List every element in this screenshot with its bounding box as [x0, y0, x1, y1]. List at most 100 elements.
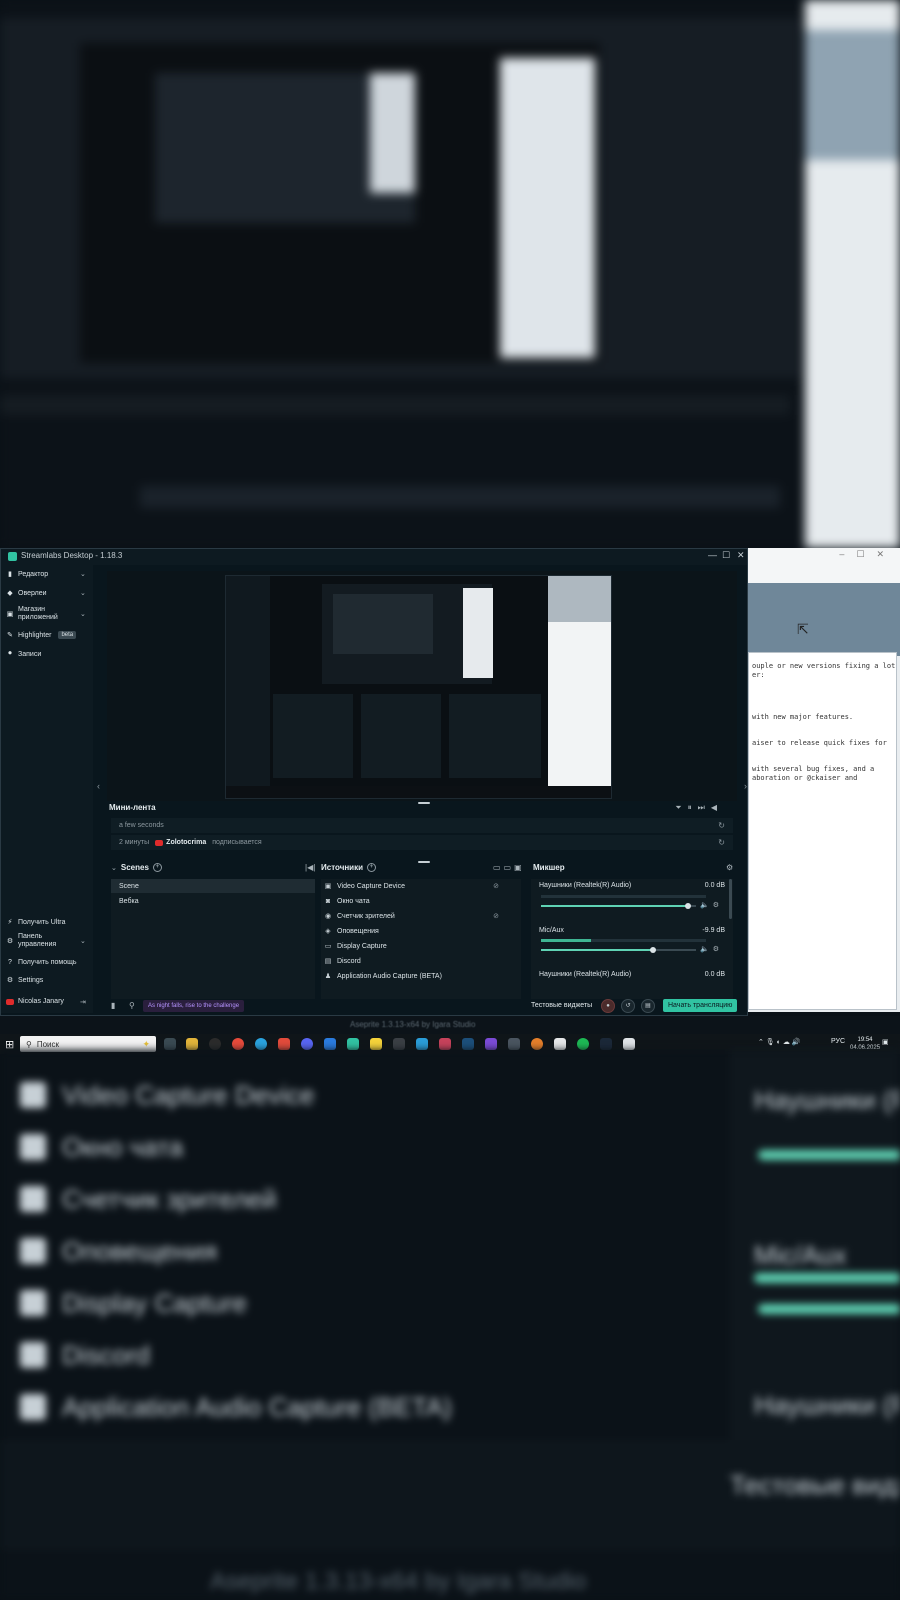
test-widgets-label[interactable]: Тестовые виджеты: [531, 1002, 592, 1009]
app-icon[interactable]: [439, 1038, 451, 1050]
mini-feed-title: Мини-лента: [109, 803, 156, 812]
language-indicator[interactable]: РУС: [831, 1038, 845, 1045]
scene-item[interactable]: Scene: [111, 879, 315, 893]
camera-icon: [20, 1082, 46, 1108]
file-explorer-icon[interactable]: [186, 1038, 198, 1050]
app-icon[interactable]: [508, 1038, 520, 1050]
sidebar-item-dashboard[interactable]: ⚙ Панель управления ⌄: [6, 933, 86, 949]
source-tools-icons[interactable]: ▭▭▣: [493, 863, 525, 872]
app-icon[interactable]: [393, 1038, 405, 1050]
preview-nested-paper: [463, 588, 493, 678]
replay-icon[interactable]: ↻: [718, 821, 725, 830]
tray-icons[interactable]: ⌃ 🎙 ◐ ☁ 🔊: [758, 1038, 800, 1046]
resize-handle[interactable]: [418, 861, 430, 863]
ultra-icon: ⚡: [7, 919, 13, 926]
text-line: with several bug fixes, and a: [752, 765, 875, 773]
text-editor-controls[interactable]: –☐✕: [839, 549, 896, 560]
mini-feed-controls[interactable]: ⏷⏸⏭◀: [675, 803, 723, 813]
chevron-right-icon[interactable]: ›: [744, 781, 747, 791]
blender-icon[interactable]: [531, 1038, 543, 1050]
recordings-icon: ⏺: [8, 650, 12, 657]
studio-mode-icon[interactable]: ⚲: [129, 1001, 135, 1010]
sidebar-item-label: Highlighter: [18, 631, 52, 639]
media-player-icon[interactable]: [209, 1038, 221, 1050]
add-source-button[interactable]: +: [367, 863, 377, 872]
sidebar-item-ultra[interactable]: ⚡ Получить Ultra: [6, 918, 66, 927]
visibility-icon[interactable]: ⊘: [493, 912, 499, 920]
source-item[interactable]: ▣ Video Capture Device ⊘: [324, 879, 519, 893]
bg-source-label: Счетчик зрителей: [62, 1183, 277, 1214]
mixer-channel-controls[interactable]: 🔈⚙: [700, 945, 723, 953]
source-item[interactable]: ▭ Display Capture: [324, 939, 519, 953]
sidebar-item-help[interactable]: ? Получить помощь: [6, 958, 76, 966]
notifications-icon[interactable]: ▣: [882, 1038, 889, 1046]
replay-buffer-button[interactable]: ↺: [621, 999, 635, 1013]
sidebar-item-settings[interactable]: ⚙ Settings: [6, 976, 43, 985]
volume-slider-knob[interactable]: [685, 903, 692, 909]
chevron-down-icon[interactable]: ⌄: [111, 864, 117, 872]
chevron-down-icon[interactable]: ⌄: [80, 570, 86, 578]
sidebar-item-account[interactable]: Nicolas Janary ⇥: [6, 998, 86, 1006]
status-bar: ▮ ⚲ As night falls, rise to the challeng…: [107, 999, 747, 1015]
task-view-icon[interactable]: [164, 1038, 176, 1050]
source-item[interactable]: ▤ Discord: [324, 954, 519, 968]
app-audio-icon: ♟: [324, 973, 332, 980]
bg-mixer-label: Mic/Aux: [754, 1239, 847, 1270]
mixer-channel-controls[interactable]: 🔈⚙: [700, 901, 723, 909]
chevron-down-icon[interactable]: ⌄: [80, 937, 86, 945]
logout-icon[interactable]: ⇥: [80, 998, 86, 1006]
scene-transition-icon[interactable]: |◀|: [305, 863, 315, 872]
sidebar-item-label: Магазин: [18, 606, 46, 613]
mixer-scrollbar[interactable]: [729, 879, 732, 919]
stats-icon[interactable]: ▮: [111, 1001, 115, 1010]
sidebar-item-label: Записи: [18, 650, 42, 658]
clock-time: 19:54: [857, 1037, 873, 1043]
steam-icon[interactable]: [600, 1038, 612, 1050]
spotify-icon[interactable]: [577, 1038, 589, 1050]
maximize-button[interactable]: ☐: [722, 550, 730, 561]
volume-slider[interactable]: [541, 949, 696, 951]
chevron-left-icon[interactable]: ‹: [97, 781, 100, 791]
streamlabs-taskbar-icon[interactable]: [347, 1038, 359, 1050]
chevron-down-icon[interactable]: ⌄: [80, 589, 86, 597]
photoshop-icon[interactable]: [462, 1038, 474, 1050]
vk-icon[interactable]: [324, 1038, 336, 1050]
app-icon[interactable]: [278, 1038, 290, 1050]
sidebar-item-recordings[interactable]: ⏺ Записи: [6, 650, 41, 658]
alerts-icon: [20, 1238, 46, 1264]
sidebar-item-overlays[interactable]: ◆ Оверлеи ⌄: [6, 589, 86, 598]
visual-studio-icon[interactable]: [485, 1038, 497, 1050]
volume-slider[interactable]: [541, 905, 696, 907]
mixer-settings-icon[interactable]: ⚙: [726, 863, 733, 872]
visibility-icon[interactable]: ⊘: [493, 882, 499, 890]
telegram-icon[interactable]: [255, 1038, 267, 1050]
sidebar-item-highlighter[interactable]: ✎ Highlighter beta: [6, 631, 77, 639]
sidebar-item-editor[interactable]: ▮ Редактор ⌄: [6, 570, 86, 579]
source-item[interactable]: ◙ Окно чата: [324, 894, 519, 908]
chevron-down-icon[interactable]: ⌄: [80, 610, 86, 618]
stream-preview[interactable]: [107, 571, 737, 801]
source-item[interactable]: ♟ Application Audio Capture (BETA): [324, 969, 519, 983]
scene-item[interactable]: Вебка: [111, 894, 315, 908]
yandex-browser-icon[interactable]: [232, 1038, 244, 1050]
sticky-notes-icon[interactable]: [370, 1038, 382, 1050]
notepad-icon[interactable]: [623, 1038, 635, 1050]
window-title: Streamlabs Desktop - 1.18.3: [21, 551, 123, 560]
minimize-button[interactable]: —: [708, 550, 717, 560]
discord-icon[interactable]: [301, 1038, 313, 1050]
source-item[interactable]: ◈ Оповещения: [324, 924, 519, 938]
sidebar-item-app-store[interactable]: ▣ Магазин приложений ⌄: [6, 606, 86, 622]
capcut-icon[interactable]: [554, 1038, 566, 1050]
close-button[interactable]: ✕: [737, 550, 745, 561]
sidebar-item-label: Nicolas Janary: [18, 998, 64, 1005]
go-live-button[interactable]: Начать трансляцию: [663, 999, 738, 1012]
challenge-hint[interactable]: As night falls, rise to the challenge: [143, 1000, 245, 1012]
volume-slider-knob[interactable]: [649, 947, 656, 953]
app-icon[interactable]: [416, 1038, 428, 1050]
eye-icon: ◉: [324, 913, 332, 920]
add-scene-button[interactable]: +: [152, 863, 162, 872]
source-item[interactable]: ◉ Счетчик зрителей ⊘: [324, 909, 519, 923]
record-button[interactable]: ●: [601, 999, 615, 1013]
replay-icon[interactable]: ↻: [718, 838, 725, 847]
save-replay-button[interactable]: ▤: [641, 999, 655, 1013]
